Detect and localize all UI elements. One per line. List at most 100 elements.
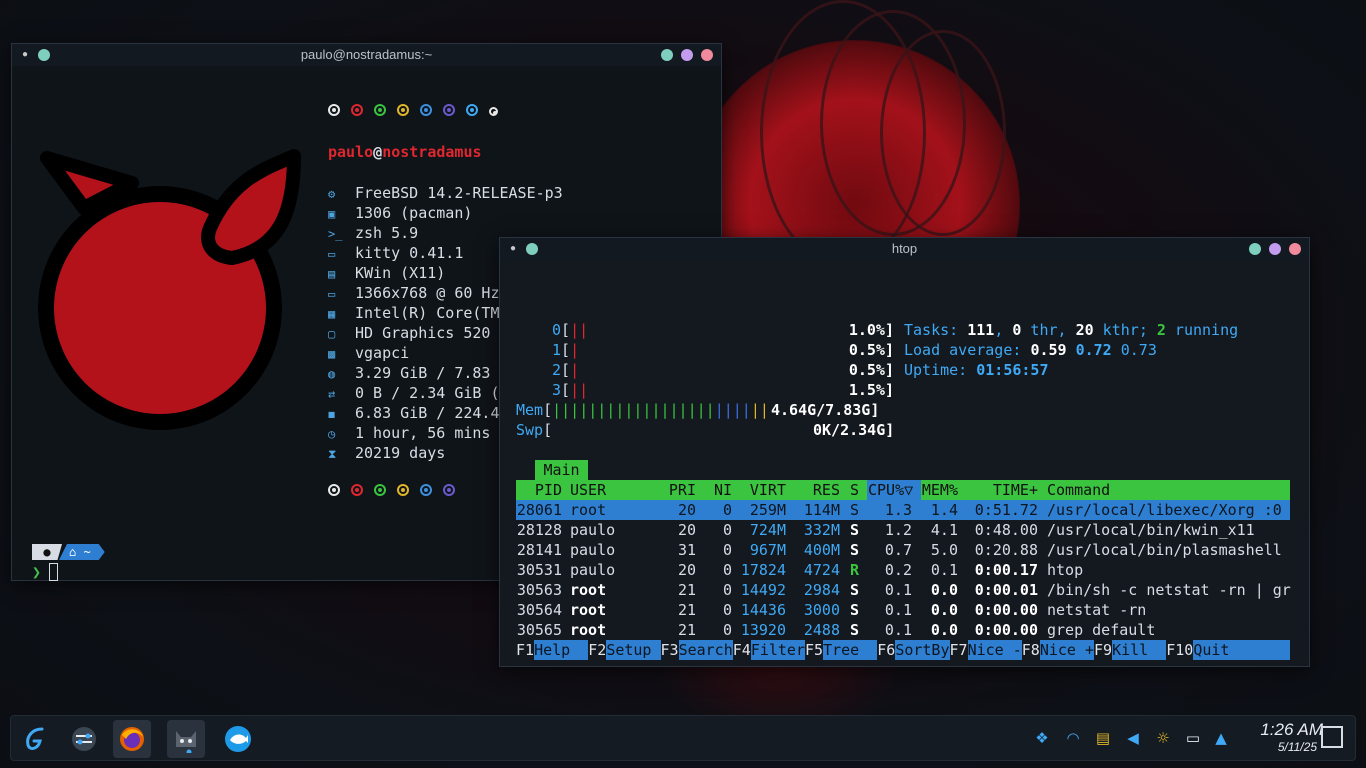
column-header-cmd[interactable]: Command — [1047, 480, 1290, 500]
settings-icon — [72, 727, 96, 751]
os-icon: ● — [32, 544, 62, 560]
color-palette-bottom — [328, 484, 455, 496]
prompt-chevron-icon: ❯ — [32, 563, 42, 581]
keep-above-button[interactable] — [526, 243, 538, 255]
htop-window[interactable]: ● htop 0[|| 1.0%] 1[| 0.5%] 2[| 0.5%] 3[|| 1.5%… — [499, 237, 1310, 667]
process-time: 0:51.72 — [974, 501, 1038, 519]
process-time: 0:00.00 — [974, 621, 1038, 639]
clock-date[interactable]: 5/11/25 — [1241, 740, 1317, 754]
fkey-label[interactable]: Setup — [606, 640, 661, 660]
fkey-key[interactable]: F1 — [516, 640, 534, 660]
system-info-value: kitty 0.41.1 — [355, 244, 464, 262]
htop-body[interactable]: 0[|| 1.0%] 1[| 0.5%] 2[| 0.5%] 3[|| 1.5%] Mem[|… — [500, 260, 1309, 665]
fkey-label[interactable]: Tree — [823, 640, 878, 660]
process-table-header[interactable]: PID USER PRI NI VIRT RES S CPU%▽ MEM% TIME+ Comman… — [516, 480, 1290, 500]
process-row[interactable]: 30563 root 21 0 14492 2984 S 0.1 0.0 0:00.01/bin/… — [516, 580, 1291, 600]
fkey-key[interactable]: F3 — [661, 640, 679, 660]
task-system-settings[interactable] — [65, 720, 103, 758]
fkey-label[interactable]: Nice - — [967, 640, 1022, 660]
fkey-label[interactable]: Filter — [750, 640, 805, 660]
fkey-label[interactable]: Nice + — [1039, 640, 1094, 660]
tab-main[interactable]: Main — [535, 460, 588, 480]
system-info-row: ⇄ 0 B / 2.34 GiB (0%) — [328, 383, 527, 403]
fkey-label[interactable]: SortBy — [895, 640, 950, 660]
swp-label: Swp — [516, 421, 544, 439]
task-kitty[interactable] — [167, 720, 205, 758]
fkey-label[interactable]: Kill — [1112, 640, 1167, 660]
process-mem: 0.1 — [930, 561, 958, 579]
maximize-button[interactable] — [1269, 243, 1281, 255]
fkey-label[interactable]: Help — [534, 640, 589, 660]
prompt-segments: ● ⌂ ~ — [32, 544, 105, 560]
column-header-pri[interactable]: PRI — [660, 480, 696, 500]
process-row[interactable]: 30565 root 21 0 13920 2488 S 0.1 0.0 0:00.00 grep … — [516, 620, 1290, 640]
cpu-bar: || — [570, 321, 589, 339]
process-row[interactable]: 28141 paulo 31 0 967M 400M S 0.7 5.0 0:20.88/usr/… — [516, 540, 1290, 560]
process-user: paulo — [570, 561, 616, 579]
process-row[interactable]: 30531 paulo 20 0 17824 4724 R 0.2 0.1 0:00.17 htop — [516, 560, 1290, 580]
fkey-key[interactable]: F2 — [588, 640, 606, 660]
process-virt: 967M — [749, 541, 786, 559]
fkey-key[interactable]: F8 — [1022, 640, 1040, 660]
terminal-app-icon[interactable]: ● — [508, 244, 518, 254]
column-header-time[interactable]: TIME+ — [968, 480, 1038, 500]
minimize-button[interactable] — [1249, 243, 1261, 255]
close-button[interactable] — [1289, 243, 1301, 255]
show-desktop-button[interactable] — [1321, 726, 1343, 748]
close-button[interactable] — [701, 49, 713, 61]
clipboard-icon[interactable]: ▤ — [1093, 728, 1113, 748]
column-header-s[interactable]: S — [850, 480, 862, 500]
mem-value: 4.64G/7.83G] — [771, 401, 880, 419]
fkey-key[interactable]: F6 — [877, 640, 895, 660]
fkey-label[interactable]: Quit — [1193, 640, 1290, 660]
taskbar[interactable]: ❖ ◠ ▤ ◀ ☼ ▭ ▲ 1:26 AM 5/11/25 — [10, 715, 1356, 761]
text-cursor[interactable] — [49, 563, 59, 581]
fkey-key[interactable]: F9 — [1094, 640, 1112, 660]
show-hidden-icons-chevron-icon[interactable]: ▲ — [1211, 728, 1231, 748]
column-header-mem[interactable]: MEM% — [920, 480, 958, 500]
launcher-icon — [26, 727, 44, 750]
fkey-key[interactable]: F5 — [805, 640, 823, 660]
column-header-virt[interactable]: VIRT — [736, 480, 786, 500]
htop-titlebar[interactable]: ● htop — [500, 238, 1309, 260]
process-s: S — [850, 541, 860, 559]
user-host: paulo@nostradamus — [328, 143, 482, 161]
kitty-icon — [176, 731, 196, 753]
prompt-line[interactable]: ❯ — [32, 562, 59, 582]
process-ni: 0 — [722, 581, 732, 599]
terminal-titlebar[interactable]: ● paulo@nostradamus:~ — [12, 44, 721, 66]
clock-time[interactable]: 1:26 AM — [1241, 720, 1323, 740]
palette-dot — [351, 484, 363, 496]
minimize-button[interactable] — [661, 49, 673, 61]
column-header-res[interactable]: RES — [792, 480, 840, 500]
fkey-key[interactable]: F7 — [950, 640, 968, 660]
keep-above-button[interactable] — [38, 49, 50, 61]
terminal-app-icon[interactable]: ● — [20, 50, 30, 60]
fkey-key[interactable]: F4 — [733, 640, 751, 660]
battery-icon[interactable]: ▭ — [1183, 728, 1203, 748]
process-row[interactable]: 28061 root 20 0 259M 114M S 1.3 1.4 0:51.72/usr/l… — [516, 500, 1290, 520]
column-header-pid[interactable]: PID — [516, 480, 562, 500]
display-icon: ▭ — [328, 287, 336, 301]
process-row[interactable]: 30564 root 21 0 14436 3000 S 0.1 0.0 0:00.00 netst… — [516, 600, 1290, 620]
maximize-button[interactable] — [681, 49, 693, 61]
column-header-ni[interactable]: NI — [700, 480, 732, 500]
function-key-bar[interactable]: F1 Help F2 Setup F3 Search F4 Filter F5 Tree F6… — [516, 640, 1290, 660]
process-pid: 30564 — [516, 601, 562, 619]
process-pri: 31 — [677, 541, 696, 559]
fkey-key[interactable]: F10 — [1166, 640, 1193, 660]
app-launcher-button[interactable] — [17, 720, 55, 758]
task-firefox[interactable] — [113, 720, 151, 758]
swap-icon: ⇄ — [328, 387, 336, 401]
column-header-cpu[interactable]: CPU%▽ — [868, 480, 913, 500]
process-s: S — [850, 521, 860, 539]
process-row[interactable]: 28128 paulo 20 0 724M 332M S 1.2 4.1 0:48.00/usr/… — [516, 520, 1290, 540]
wifi-icon[interactable]: ◠ — [1063, 728, 1083, 748]
column-header-user[interactable]: USER — [570, 480, 660, 500]
volume-icon[interactable]: ◀ — [1123, 728, 1143, 748]
kde-connect-icon[interactable]: ❖ — [1032, 728, 1052, 748]
fkey-label[interactable]: Search — [678, 640, 733, 660]
task-file-manager[interactable] — [219, 720, 257, 758]
process-cmd: netstat -rn — [1047, 601, 1147, 619]
brightness-icon[interactable]: ☼ — [1153, 728, 1173, 748]
